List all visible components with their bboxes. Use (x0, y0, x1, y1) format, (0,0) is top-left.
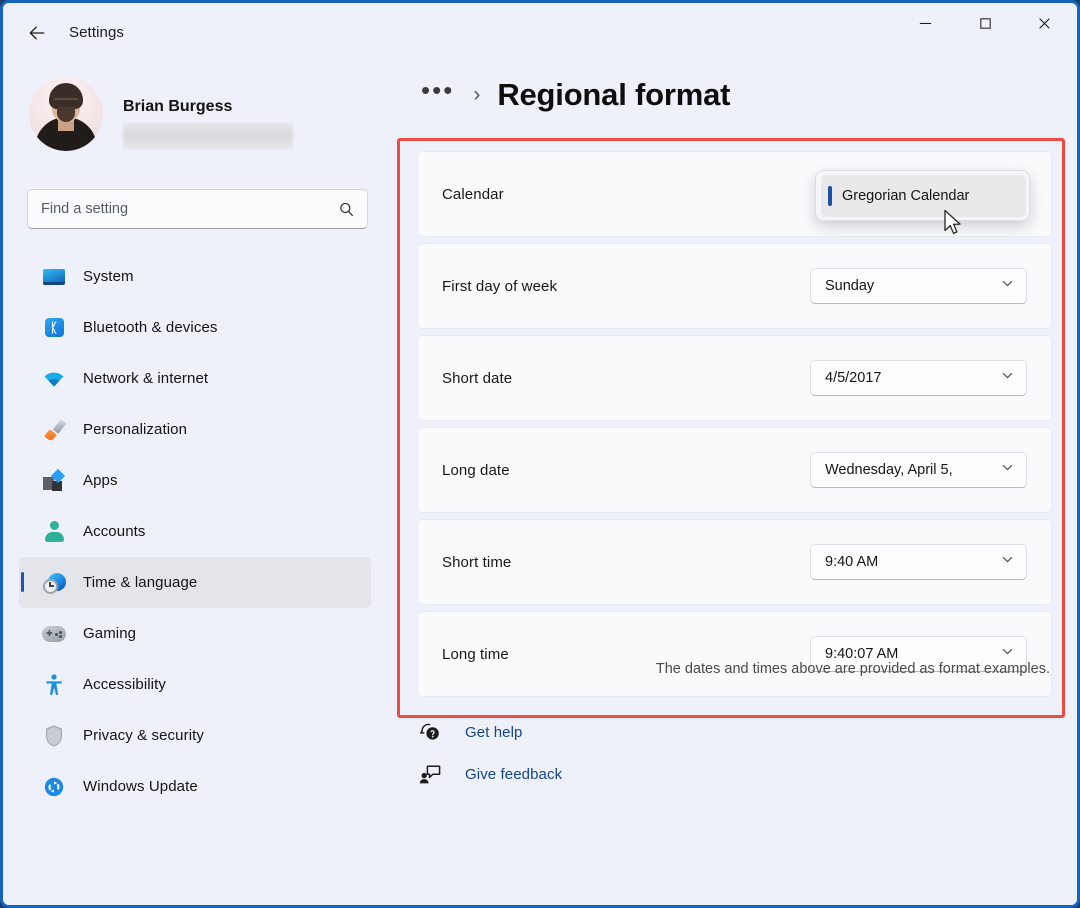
setting-label: Long time (442, 646, 509, 663)
app-title: Settings (69, 24, 124, 41)
sidebar-item-windows-update[interactable]: Windows Update (19, 761, 371, 812)
search-box[interactable]: Find a setting (27, 189, 368, 229)
footer-link-label: Get help (465, 724, 523, 741)
sidebar-item-apps[interactable]: Apps (19, 455, 371, 506)
sidebar-item-bluetooth-devices[interactable]: ᛕ Bluetooth & devices (19, 302, 371, 353)
dropdown-option-label: Gregorian Calendar (842, 188, 969, 204)
sidebar-nav: System ᛕ Bluetooth & devices Network & i… (19, 251, 371, 812)
sidebar-item-label: Personalization (83, 421, 187, 438)
sidebar-item-time-language[interactable]: Time & language (19, 557, 371, 608)
setting-row-long-time[interactable]: Long time 9:40:07 AM (417, 611, 1052, 697)
setting-row-short-time[interactable]: Short time 9:40 AM (417, 519, 1052, 605)
wifi-icon (41, 366, 67, 392)
chevron-down-icon (1001, 461, 1014, 479)
paintbrush-icon (41, 417, 67, 443)
clock-globe-icon (41, 570, 67, 596)
give-feedback-link[interactable]: Give feedback (417, 753, 562, 795)
footer-links: Get help Give feedback (417, 711, 562, 795)
search-icon (338, 201, 355, 223)
close-icon (1037, 16, 1052, 31)
setting-row-short-date[interactable]: Short date 4/5/2017 (417, 335, 1052, 421)
arrow-left-icon (27, 23, 47, 43)
sidebar-item-label: Accessibility (83, 676, 166, 693)
chevron-down-icon (1001, 277, 1014, 295)
long-date-dropdown[interactable]: Wednesday, April 5, (810, 452, 1027, 488)
format-examples-note: The dates and times above are provided a… (417, 661, 1052, 677)
sidebar-item-label: Network & internet (83, 370, 208, 387)
footer-link-label: Give feedback (465, 766, 562, 783)
dropdown-value: Wednesday, April 5, (825, 462, 953, 478)
setting-row-first-day-of-week[interactable]: First day of week Sunday (417, 243, 1052, 329)
setting-label: Long date (442, 462, 510, 479)
settings-window: Settings (0, 0, 1080, 908)
sidebar-item-accessibility[interactable]: Accessibility (19, 659, 371, 710)
minimize-icon (918, 16, 933, 31)
accessibility-icon (41, 672, 67, 698)
sidebar-item-label: Time & language (83, 574, 197, 591)
chevron-down-icon (1001, 369, 1014, 387)
breadcrumb-ellipsis-button[interactable]: ••• (421, 81, 454, 109)
sidebar-item-accounts[interactable]: Accounts (19, 506, 371, 557)
sidebar-item-label: Bluetooth & devices (83, 319, 217, 336)
sidebar-item-system[interactable]: System (19, 251, 371, 302)
setting-label: Calendar (442, 186, 504, 203)
sidebar-item-label: Privacy & security (83, 727, 204, 744)
title-bar: Settings (3, 3, 1077, 61)
get-help-link[interactable]: Get help (417, 711, 562, 753)
maximize-button[interactable] (959, 3, 1011, 43)
calendar-dropdown-flyout[interactable]: Gregorian Calendar (815, 170, 1030, 221)
profile-email-redacted (123, 123, 293, 149)
content-area: ••• › Regional format Calendar Gregorian… (393, 61, 1080, 908)
help-question-icon (417, 719, 443, 745)
chevron-right-icon: › (473, 83, 480, 107)
first-day-of-week-dropdown[interactable]: Sunday (810, 268, 1027, 304)
dropdown-option-selected[interactable]: Gregorian Calendar (821, 175, 1026, 217)
setting-label: First day of week (442, 278, 557, 295)
short-date-dropdown[interactable]: 4/5/2017 (810, 360, 1027, 396)
profile-name: Brian Burgess (123, 98, 232, 116)
apps-icon (41, 468, 67, 494)
selection-indicator (828, 186, 832, 206)
avatar (29, 77, 103, 151)
gamepad-icon: ✚ (41, 621, 67, 647)
dropdown-value: 9:40 AM (825, 554, 878, 570)
dropdown-value: 9:40:07 AM (825, 646, 898, 662)
maximize-icon (978, 16, 993, 31)
sidebar-item-label: Gaming (83, 625, 136, 642)
dropdown-value: Sunday (825, 278, 874, 294)
sidebar: Brian Burgess Find a setting System ᛕ (3, 61, 393, 908)
sidebar-item-privacy-security[interactable]: Privacy & security (19, 710, 371, 761)
sidebar-item-gaming[interactable]: ✚ Gaming (19, 608, 371, 659)
shield-icon (41, 723, 67, 749)
dropdown-value: 4/5/2017 (825, 370, 881, 386)
feedback-person-icon (417, 761, 443, 787)
sidebar-item-label: System (83, 268, 134, 285)
search-input[interactable]: Find a setting (41, 201, 128, 217)
breadcrumb: ••• › Regional format (421, 77, 730, 113)
chevron-down-icon (1001, 553, 1014, 571)
setting-label: Short date (442, 370, 512, 387)
sidebar-item-label: Windows Update (83, 778, 198, 795)
sidebar-item-label: Accounts (83, 523, 146, 540)
sidebar-item-network-internet[interactable]: Network & internet (19, 353, 371, 404)
setting-row-long-date[interactable]: Long date Wednesday, April 5, (417, 427, 1052, 513)
monitor-icon (41, 264, 67, 290)
setting-label: Short time (442, 554, 511, 571)
page-title: Regional format (497, 77, 730, 113)
short-time-dropdown[interactable]: 9:40 AM (810, 544, 1027, 580)
sidebar-item-personalization[interactable]: Personalization (19, 404, 371, 455)
setting-row-calendar[interactable]: Calendar Gregorian Calendar (417, 151, 1052, 237)
back-button[interactable] (21, 17, 53, 49)
settings-list: Calendar Gregorian Calendar First day of… (417, 151, 1052, 703)
minimize-button[interactable] (899, 3, 951, 43)
person-icon (41, 519, 67, 545)
close-button[interactable] (1018, 3, 1070, 43)
sidebar-item-label: Apps (83, 472, 118, 489)
bluetooth-icon: ᛕ (41, 315, 67, 341)
update-icon (41, 774, 67, 800)
user-profile[interactable]: Brian Burgess (29, 77, 349, 163)
